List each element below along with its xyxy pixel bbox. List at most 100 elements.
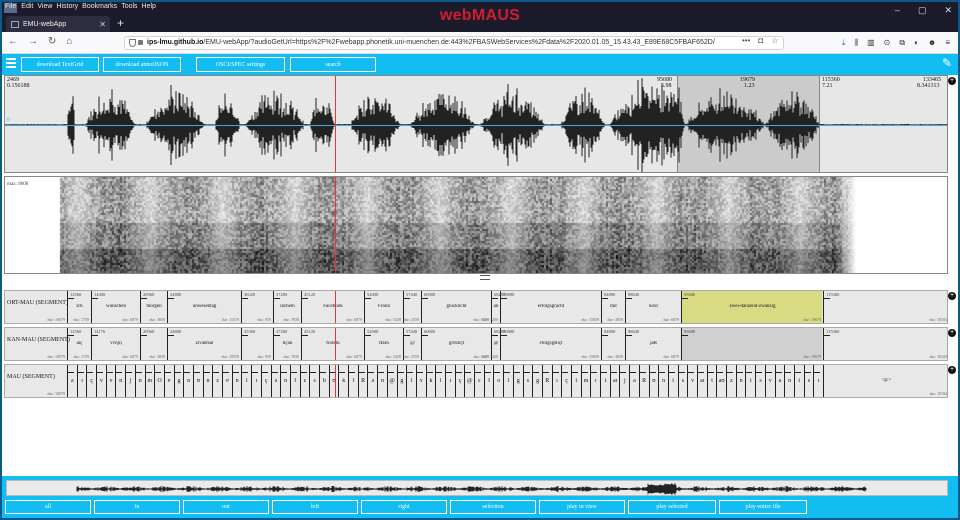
home-icon[interactable]: ⌂ [66,36,72,47]
segment[interactable]: 20960 morgen dur: 3839 [140,291,167,323]
phone-segment[interactable]: n [280,365,290,397]
wave-options-icon[interactable]: + [948,77,956,85]
phone-segment[interactable]: g [173,365,184,397]
library-icon[interactable]: ⫼ [854,38,858,48]
phone-segment[interactable]: t [667,365,678,397]
zoom-in-button[interactable]: in [94,500,180,514]
segment-initial[interactable]: dur: 10079 [5,328,67,360]
sidebar-icon[interactable]: ▥ [867,38,875,48]
phone-segment[interactable]: R [638,365,649,397]
phone-segment[interactable]: aɪ [697,365,707,397]
phone-segment[interactable]: n [784,365,794,397]
phone-segment[interactable]: l [503,365,513,397]
phone-segment[interactable]: ʊ [193,365,203,397]
phone-segment[interactable]: t [793,365,804,397]
phone-segment[interactable]: v [687,365,697,397]
phone-segment[interactable]: n [202,365,213,397]
pane-resize-handle[interactable] [480,275,490,280]
minimize-button[interactable]: – [895,5,900,16]
segment[interactable]: 12560 aɪç dur: 1759 [67,328,91,360]
extension-icon[interactable]: ◐ [914,38,919,48]
oscillogram[interactable]: 0 2469 0.156188 95680 5.98 19679 1.23 11… [4,75,948,173]
scroll-right-button[interactable]: right [361,500,447,514]
segment[interactable]: 45120 Facebook dur: 6879 [301,291,364,323]
phone-segment[interactable]: j [619,365,629,397]
segment[interactable]: 68280 @ dur: 1200 [483,328,505,360]
segment[interactable]: 57440 @ dur: 2559 [403,328,421,360]
level-options-icon[interactable]: + [948,292,956,300]
pause-segment[interactable]: <p:> dur: 18104 [823,365,947,397]
segment[interactable]: 57440 dur: 2559 [403,291,421,323]
segment[interactable]: 84800 mit dur: 3839 [601,291,625,323]
phone-segment[interactable]: ə [367,365,377,397]
back-icon[interactable]: ← [8,36,18,47]
segment[interactable]: 60000 glücklicht dur: 8279 [421,291,491,323]
account-icon[interactable]: ☻ [928,38,936,48]
segment[interactable]: 35360 dur: 959 [241,328,273,360]
phone-segment[interactable]: R [357,365,368,397]
app-menu-icon[interactable] [6,58,16,68]
more-icon[interactable]: ••• [742,36,750,45]
phone-segment[interactable]: z [726,365,736,397]
phone-segment[interactable]: ç [454,365,465,397]
phone-segment[interactable]: n [377,365,387,397]
phone-segment[interactable]: R [541,365,552,397]
level-options-icon[interactable]: + [948,329,956,337]
phone-segment[interactable]: m [144,365,155,397]
phone-segment[interactable]: l [241,365,251,397]
phone-segment[interactable]: ɪ [551,365,562,397]
segment[interactable]: 14176 vʏnʃn̩ dur: 6879 [91,328,140,360]
phone-segment[interactable]: o [493,365,503,397]
play-entire-file-button[interactable]: play entire file [719,500,807,514]
segment[interactable]: 52000 Fronn dur: 5439 [364,291,403,323]
segment[interactable]: 70880 ɛfolgsgRɪçt dur: 15839 [500,328,601,360]
phone-segment[interactable]: ɪ [813,365,823,397]
segment[interactable]: 36320 dur: 959 [241,291,273,323]
phone-segment[interactable]: a [67,365,77,397]
level-1[interactable]: ORT-MAU (SEGMENT) dur: 10079 12560 Ich dur: … [4,290,948,324]
segment[interactable]: 84800 dur: 3839 [601,328,625,360]
phone-segment[interactable]: O [154,365,164,397]
phone-segment[interactable]: @ [464,365,474,397]
phone-segment[interactable]: z [212,365,222,397]
phone-segment[interactable]: ç [260,365,271,397]
phone-segment[interactable]: l [435,365,445,397]
scroll-left-button[interactable]: left [272,500,358,514]
phone-segment[interactable]: ɛ [474,365,484,397]
phone-segment[interactable]: t [600,365,610,397]
play-selected-button[interactable]: play selected [628,500,716,514]
segment[interactable]: 60000 glʏklɪçt dur: 8279 [421,328,491,360]
phone-segment[interactable]: m [580,365,591,397]
phone-segment[interactable]: f [483,365,494,397]
close-window-button[interactable]: ✕ [944,5,952,16]
phone-segment[interactable]: l [406,365,416,397]
phone-segment[interactable]: ɛ [299,365,310,397]
phone-segment[interactable]: @ [386,365,397,397]
segment[interactable]: 115360 dur: 18104 [823,328,947,360]
osci-spec-settings-button[interactable]: OSCI/SPEC settings [196,57,285,72]
phone-segment[interactable]: k [425,365,436,397]
sync-icon[interactable]: ⊙ [884,38,891,48]
reload-icon[interactable]: ↻ [48,36,56,47]
segment[interactable]: 88640 Sour dur: 6879 [625,291,681,323]
segment[interactable]: 37280 lɪçən dur: 7839 [273,328,301,360]
phone-segment[interactable]: n [134,365,145,397]
phone-segment[interactable]: ʏ [105,365,116,397]
phone-segment[interactable]: ɪ [76,365,87,397]
phone-segment[interactable]: s [309,365,319,397]
phone-segment[interactable]: ɐ [222,365,232,397]
play-in-view-button[interactable]: play in view [539,500,625,514]
phone-segment[interactable]: g [396,365,407,397]
phone-segment[interactable]: ʊ [648,365,659,397]
phone-segment[interactable]: s [755,365,765,397]
phone-segment[interactable]: ç [86,365,96,397]
phone-segment[interactable]: ɪ [251,365,261,397]
phone-segment[interactable]: v [96,365,106,397]
segment[interactable]: 37280 lächeln dur: 7839 [273,291,301,323]
phone-segment[interactable]: s [803,365,814,397]
phone-segment[interactable]: n [183,365,193,397]
pocket-icon[interactable]: ◘ [758,36,763,45]
phone-segment[interactable]: g [532,365,542,397]
minimap[interactable] [6,480,948,496]
phone-segment[interactable]: a [774,365,785,397]
